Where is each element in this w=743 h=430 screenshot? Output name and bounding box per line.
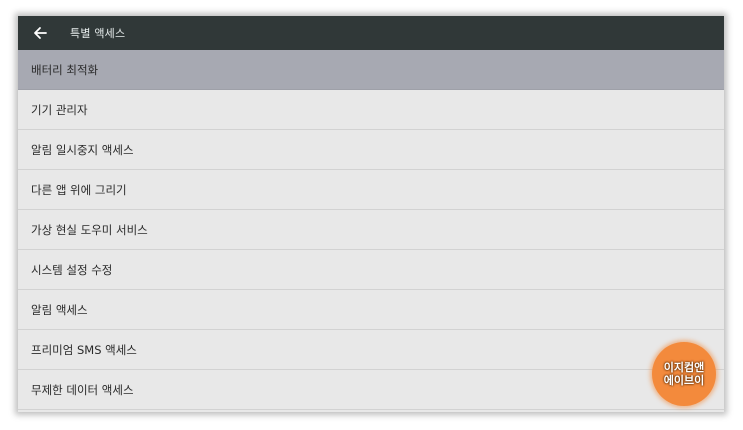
list-item-battery-optimization[interactable]: 배터리 최적화 [18, 50, 724, 90]
special-access-list: 배터리 최적화 기기 관리자 알림 일시중지 액세스 다른 앱 위에 그리기 가… [18, 50, 724, 410]
list-item-do-not-disturb-access[interactable]: 알림 일시중지 액세스 [18, 130, 724, 170]
list-item-label: 무제한 데이터 액세스 [31, 382, 134, 397]
list-item-label: 알림 일시중지 액세스 [31, 142, 134, 157]
list-item-label: 배터리 최적화 [31, 62, 99, 77]
list-item-modify-system-settings[interactable]: 시스템 설정 수정 [18, 250, 724, 290]
watermark-logo: 이지컴앤 에이브이 [652, 342, 716, 406]
back-button[interactable] [18, 16, 62, 50]
watermark-line-1: 이지컴앤 [663, 361, 705, 374]
list-item-vr-helper-services[interactable]: 가상 현실 도우미 서비스 [18, 210, 724, 250]
list-item-notification-access[interactable]: 알림 액세스 [18, 290, 724, 330]
settings-window: 특별 액세스 배터리 최적화 기기 관리자 알림 일시중지 액세스 다른 앱 위… [18, 16, 724, 412]
list-item-device-admin[interactable]: 기기 관리자 [18, 90, 724, 130]
app-bar: 특별 액세스 [18, 16, 724, 50]
watermark-line-2: 에이브이 [663, 374, 705, 387]
list-item-label: 시스템 설정 수정 [31, 262, 113, 277]
list-item-label: 가상 현실 도우미 서비스 [31, 222, 148, 237]
list-item-label: 다른 앱 위에 그리기 [31, 182, 127, 197]
list-item-premium-sms-access[interactable]: 프리미엄 SMS 액세스 [18, 330, 724, 370]
list-item-label: 프리미엄 SMS 액세스 [31, 342, 137, 357]
page-title: 특별 액세스 [70, 27, 126, 40]
list-item-label: 알림 액세스 [31, 302, 88, 317]
list-item-unrestricted-data-access[interactable]: 무제한 데이터 액세스 [18, 370, 724, 410]
arrow-left-icon [34, 27, 47, 39]
list-item-draw-over-apps[interactable]: 다른 앱 위에 그리기 [18, 170, 724, 210]
list-item-label: 기기 관리자 [31, 102, 88, 117]
